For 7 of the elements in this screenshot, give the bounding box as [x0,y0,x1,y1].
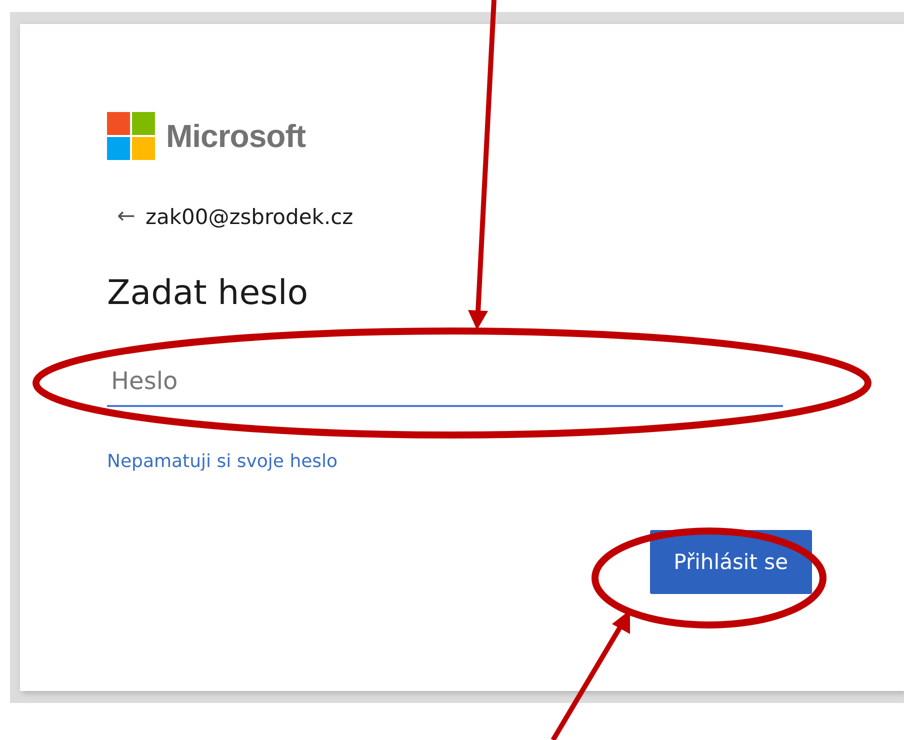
brand-name: Microsoft [166,118,306,154]
back-button[interactable]: ← [117,204,136,229]
logo-icon [107,112,155,160]
sign-in-button[interactable]: Přihlásit se [650,530,812,594]
account-email: zak00@zsbrodek.cz [145,204,354,228]
page-heading: Zadat heslo [107,273,310,313]
forgot-password-link[interactable]: Nepamatuji si svoje heslo [107,451,338,472]
